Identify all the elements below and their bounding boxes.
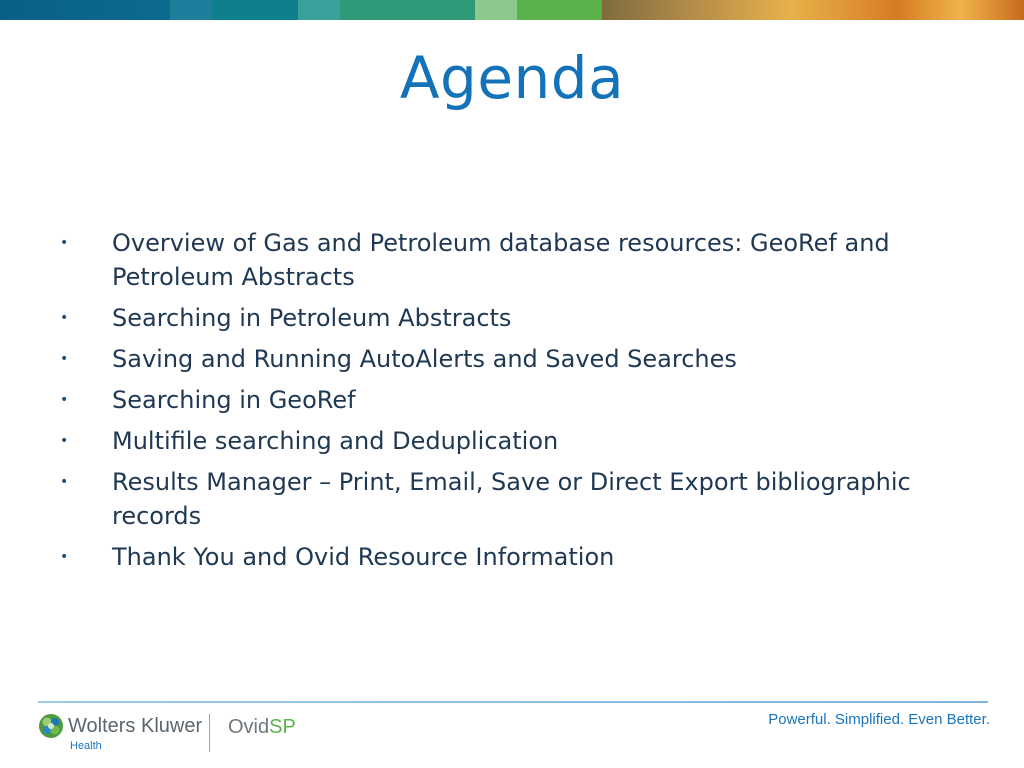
agenda-item-text: Searching in Petroleum Abstracts [112, 304, 512, 332]
agenda-item: • Thank You and Ovid Resource Informatio… [60, 540, 970, 574]
bullet-icon: • [60, 310, 69, 326]
agenda-item-text: Saving and Running AutoAlerts and Saved … [112, 345, 737, 373]
brand-subtitle: Health [70, 740, 102, 752]
banner-segment [340, 0, 475, 20]
brand-name: Wolters Kluwer [68, 715, 203, 737]
agenda-item-text: Searching in GeoRef [112, 386, 356, 414]
agenda-item-text: Thank You and Ovid Resource Information [112, 543, 615, 571]
bullet-icon: • [60, 549, 69, 565]
slide: Agenda • Overview of Gas and Petroleum d… [0, 0, 1024, 768]
agenda-item: • Searching in GeoRef [60, 383, 970, 417]
product-prefix: Ovid [228, 716, 270, 738]
footer-logo: Wolters Kluwer Health OvidSP [38, 711, 318, 759]
slide-title: Agenda [399, 44, 625, 112]
bullet-icon: • [60, 474, 69, 490]
banner-segment [170, 0, 212, 20]
bullet-icon: • [60, 235, 69, 251]
footer-divider [38, 701, 988, 703]
agenda-item-text: Results Manager – Print, Email, Save or … [112, 468, 911, 530]
agenda-item: • Overview of Gas and Petroleum database… [60, 226, 970, 294]
banner-image [602, 0, 1024, 20]
agenda-item: • Saving and Running AutoAlerts and Save… [60, 342, 970, 376]
banner-segment [298, 0, 340, 20]
agenda-item-text: Overview of Gas and Petroleum database r… [112, 229, 890, 291]
logo-divider [209, 714, 210, 752]
bullet-icon: • [60, 351, 69, 367]
bullet-icon: • [60, 392, 69, 408]
agenda-item: • Results Manager – Print, Email, Save o… [60, 465, 970, 533]
bullet-icon: • [60, 433, 69, 449]
banner-segment [212, 0, 298, 20]
agenda-item: • Searching in Petroleum Abstracts [60, 301, 970, 335]
agenda-item: • Multifile searching and Deduplication [60, 424, 970, 458]
product-name: OvidSP [228, 716, 296, 739]
banner-segment [517, 0, 602, 20]
top-banner [0, 0, 1024, 20]
agenda-item-text: Multifile searching and Deduplication [112, 427, 559, 455]
product-suffix: SP [269, 716, 296, 738]
banner-segment [475, 0, 517, 20]
wolters-kluwer-globe-icon [39, 714, 63, 738]
banner-segment [0, 0, 170, 20]
agenda-list: • Overview of Gas and Petroleum database… [60, 226, 970, 581]
tagline: Powerful. Simplified. Even Better. [768, 711, 990, 728]
